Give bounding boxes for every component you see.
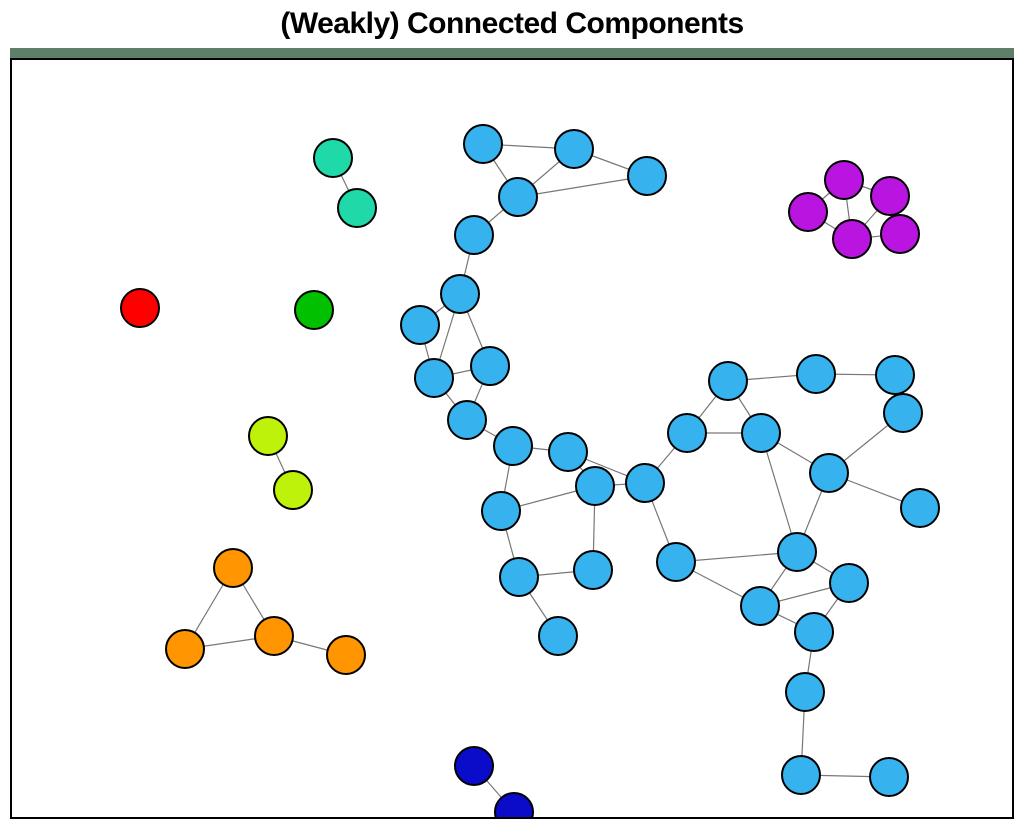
network-graph <box>12 60 1012 817</box>
graph-node <box>327 636 365 674</box>
graph-node <box>709 362 747 400</box>
graph-node <box>214 549 252 587</box>
graph-node <box>441 275 479 313</box>
graph-node <box>795 613 833 651</box>
graph-node <box>628 157 666 195</box>
graph-node <box>657 543 695 581</box>
graph-node <box>876 356 914 394</box>
graph-node <box>742 414 780 452</box>
graph-node <box>576 467 614 505</box>
graph-node <box>338 189 376 227</box>
graph-node <box>255 617 293 655</box>
graph-node <box>455 216 493 254</box>
graph-node <box>555 130 593 168</box>
graph-node <box>668 414 706 452</box>
graph-node <box>871 177 909 215</box>
graph-node <box>830 564 868 602</box>
graph-node <box>494 427 532 465</box>
graph-node <box>782 756 820 794</box>
graph-node <box>741 587 779 625</box>
graph-node <box>549 433 587 471</box>
graph-node <box>499 178 537 216</box>
graph-node <box>500 558 538 596</box>
graph-node <box>574 551 612 589</box>
graph-node <box>539 617 577 655</box>
graph-node <box>881 215 919 253</box>
graph-node <box>626 464 664 502</box>
graph-node <box>482 492 520 530</box>
graph-node <box>884 394 922 432</box>
graph-node <box>448 401 486 439</box>
plot-area <box>10 58 1014 819</box>
graph-node <box>415 359 453 397</box>
graph-node <box>810 454 848 492</box>
graph-node <box>314 139 352 177</box>
graph-node <box>797 355 835 393</box>
graph-node <box>901 489 939 527</box>
graph-node <box>778 533 816 571</box>
graph-node <box>786 673 824 711</box>
graph-node <box>471 347 509 385</box>
graph-node <box>401 306 439 344</box>
graph-node <box>833 220 871 258</box>
graph-node <box>455 747 493 785</box>
graph-node <box>121 289 159 327</box>
title-underline <box>10 48 1014 58</box>
graph-node <box>789 193 827 231</box>
graph-node <box>295 291 333 329</box>
graph-node <box>870 758 908 796</box>
figure-container: (Weakly) Connected Components <box>0 0 1024 829</box>
graph-node <box>464 125 502 163</box>
graph-node <box>166 630 204 668</box>
graph-node <box>249 417 287 455</box>
graph-node <box>825 161 863 199</box>
graph-node <box>274 471 312 509</box>
